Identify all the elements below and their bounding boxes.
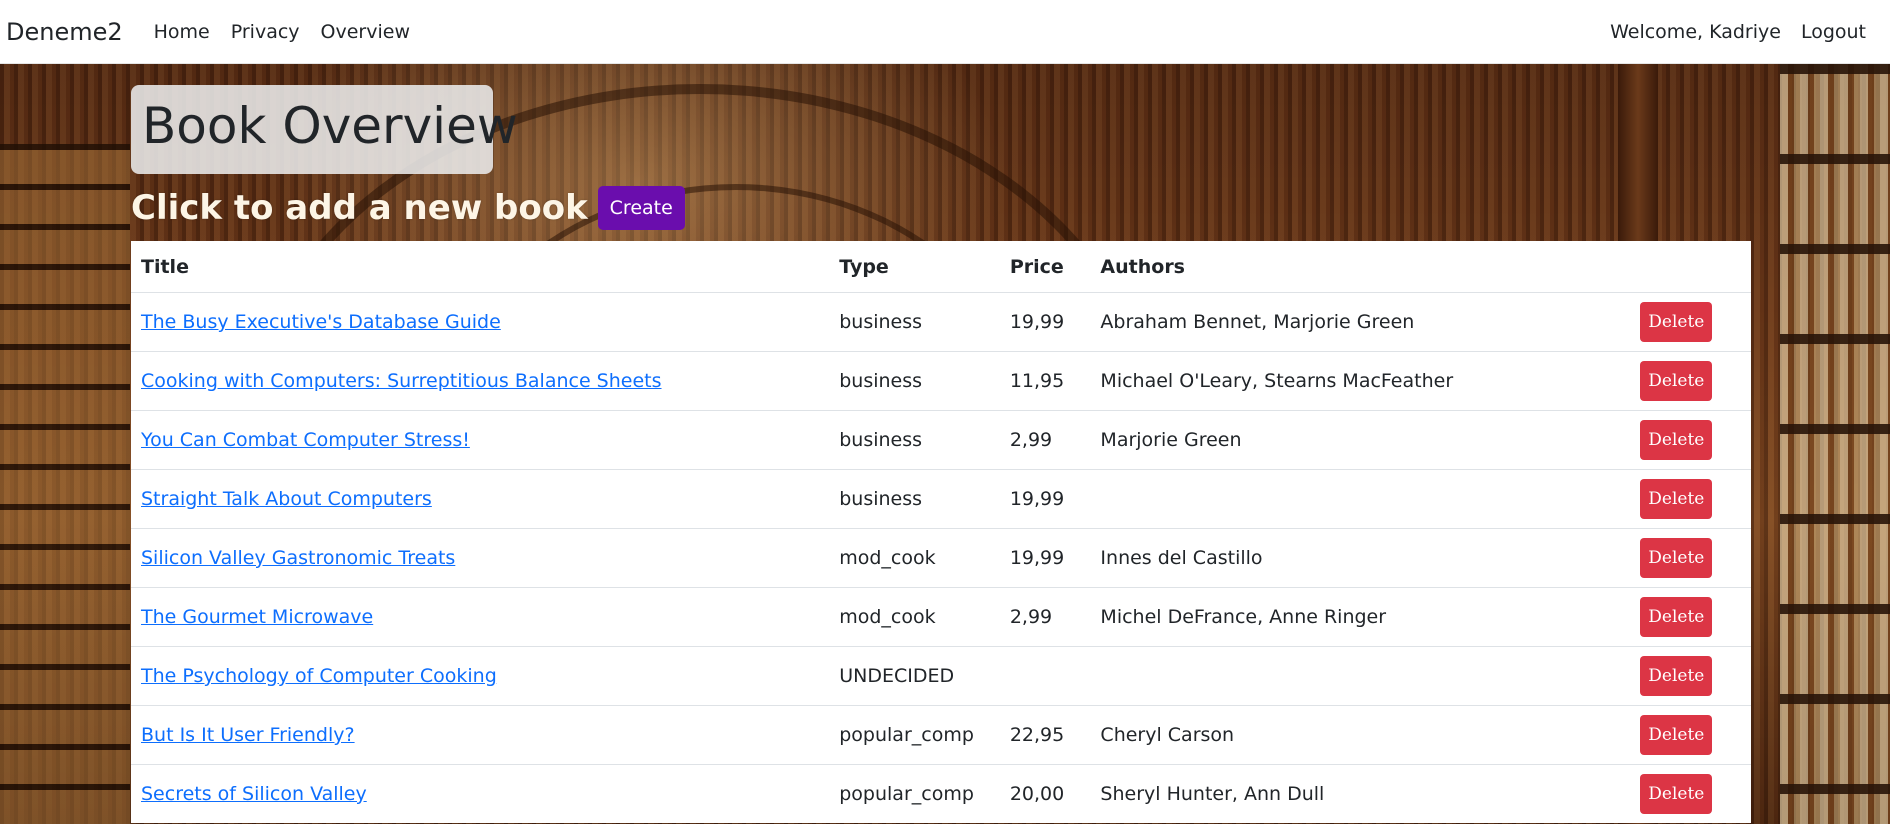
logout-link[interactable]: Logout xyxy=(1801,21,1866,43)
create-button[interactable]: Create xyxy=(597,186,685,230)
delete-button[interactable]: Delete xyxy=(1640,361,1713,401)
book-type: business xyxy=(839,429,923,451)
book-authors: Innes del Castillo xyxy=(1100,547,1263,569)
header-actions xyxy=(1630,241,1751,293)
book-type: business xyxy=(839,370,923,392)
books-table: Title Type Price Authors The Busy Execut… xyxy=(131,241,1751,823)
book-authors: Sheryl Hunter, Ann Dull xyxy=(1100,783,1325,805)
book-authors: Michel DeFrance, Anne Ringer xyxy=(1100,606,1387,628)
book-authors: Cheryl Carson xyxy=(1100,724,1235,746)
book-title-link[interactable]: The Busy Executive's Database Guide xyxy=(141,311,501,333)
book-price: 19,99 xyxy=(1009,547,1065,569)
delete-button[interactable]: Delete xyxy=(1640,420,1713,460)
book-type: popular_comp xyxy=(839,724,974,746)
book-authors: Marjorie Green xyxy=(1100,429,1242,451)
bookshelf-left xyxy=(0,144,130,824)
book-price: 19,99 xyxy=(1009,311,1065,333)
book-title-link[interactable]: The Psychology of Computer Cooking xyxy=(141,665,497,687)
book-type: mod_cook xyxy=(839,606,936,628)
table-row: The Psychology of Computer Cooking UNDEC… xyxy=(131,646,1751,706)
book-price: 11,95 xyxy=(1009,370,1065,392)
table-row: Silicon Valley Gastronomic Treats mod_co… xyxy=(131,528,1751,588)
book-type: business xyxy=(839,311,923,333)
page-title: Book Overview xyxy=(131,85,518,174)
table-row: The Gourmet Microwave mod_cook 2,99 Mich… xyxy=(131,587,1751,647)
nav-user-area: Welcome, Kadriye Logout xyxy=(1590,21,1890,43)
welcome-user-link[interactable]: Welcome, Kadriye xyxy=(1610,21,1781,43)
table-row: You Can Combat Computer Stress! business… xyxy=(131,410,1751,470)
book-authors: Abraham Bennet, Marjorie Green xyxy=(1100,311,1415,333)
book-price xyxy=(1000,647,1091,706)
book-price: 2,99 xyxy=(1009,606,1053,628)
book-price: 2,99 xyxy=(1009,429,1053,451)
book-authors xyxy=(1090,647,1630,706)
nav-privacy[interactable]: Privacy xyxy=(231,21,300,43)
table-row: Cooking with Computers: Surreptitious Ba… xyxy=(131,351,1751,411)
books-table-container: Title Type Price Authors The Busy Execut… xyxy=(131,241,1751,823)
book-type: mod_cook xyxy=(839,547,936,569)
delete-button[interactable]: Delete xyxy=(1640,715,1713,755)
delete-button[interactable]: Delete xyxy=(1640,538,1713,578)
book-authors: Michael O'Leary, Stearns MacFeather xyxy=(1100,370,1454,392)
book-title-link[interactable]: Silicon Valley Gastronomic Treats xyxy=(141,547,455,569)
table-row: Secrets of Silicon Valley popular_comp 2… xyxy=(131,764,1751,823)
book-type: UNDECIDED xyxy=(839,665,955,687)
book-title-link[interactable]: Straight Talk About Computers xyxy=(141,488,432,510)
table-header-row: Title Type Price Authors xyxy=(131,241,1751,293)
nav-overview[interactable]: Overview xyxy=(321,21,410,43)
delete-button[interactable]: Delete xyxy=(1640,597,1713,637)
delete-button[interactable]: Delete xyxy=(1640,656,1713,696)
top-navbar: Deneme2 Home Privacy Overview Welcome, K… xyxy=(0,0,1890,64)
header-title: Title xyxy=(141,255,189,278)
book-title-link[interactable]: You Can Combat Computer Stress! xyxy=(141,429,470,451)
book-authors xyxy=(1090,470,1630,529)
book-price: 19,99 xyxy=(1009,488,1065,510)
book-title-link[interactable]: Secrets of Silicon Valley xyxy=(141,783,367,805)
add-book-row: Click to add a new book Create xyxy=(131,186,685,230)
table-row: But Is It User Friendly? popular_comp 22… xyxy=(131,705,1751,765)
delete-button[interactable]: Delete xyxy=(1640,479,1713,519)
add-book-prompt: Click to add a new book xyxy=(131,188,588,228)
delete-button[interactable]: Delete xyxy=(1640,302,1713,342)
header-type: Type xyxy=(839,255,889,278)
book-title-link[interactable]: The Gourmet Microwave xyxy=(141,606,373,628)
header-authors: Authors xyxy=(1100,255,1185,278)
book-type: popular_comp xyxy=(839,783,974,805)
book-price: 20,00 xyxy=(1009,783,1065,805)
book-type: business xyxy=(839,488,923,510)
table-row: The Busy Executive's Database Guide busi… xyxy=(131,292,1751,352)
delete-button[interactable]: Delete xyxy=(1640,774,1713,814)
book-title-link[interactable]: Cooking with Computers: Surreptitious Ba… xyxy=(141,370,662,392)
nav-home[interactable]: Home xyxy=(154,21,210,43)
header-price: Price xyxy=(1009,255,1064,278)
table-row: Straight Talk About Computers business 1… xyxy=(131,469,1751,529)
book-price: 22,95 xyxy=(1009,724,1065,746)
bookshelf-right xyxy=(1780,64,1890,824)
book-title-link[interactable]: But Is It User Friendly? xyxy=(141,724,355,746)
brand-link[interactable]: Deneme2 xyxy=(6,18,123,46)
